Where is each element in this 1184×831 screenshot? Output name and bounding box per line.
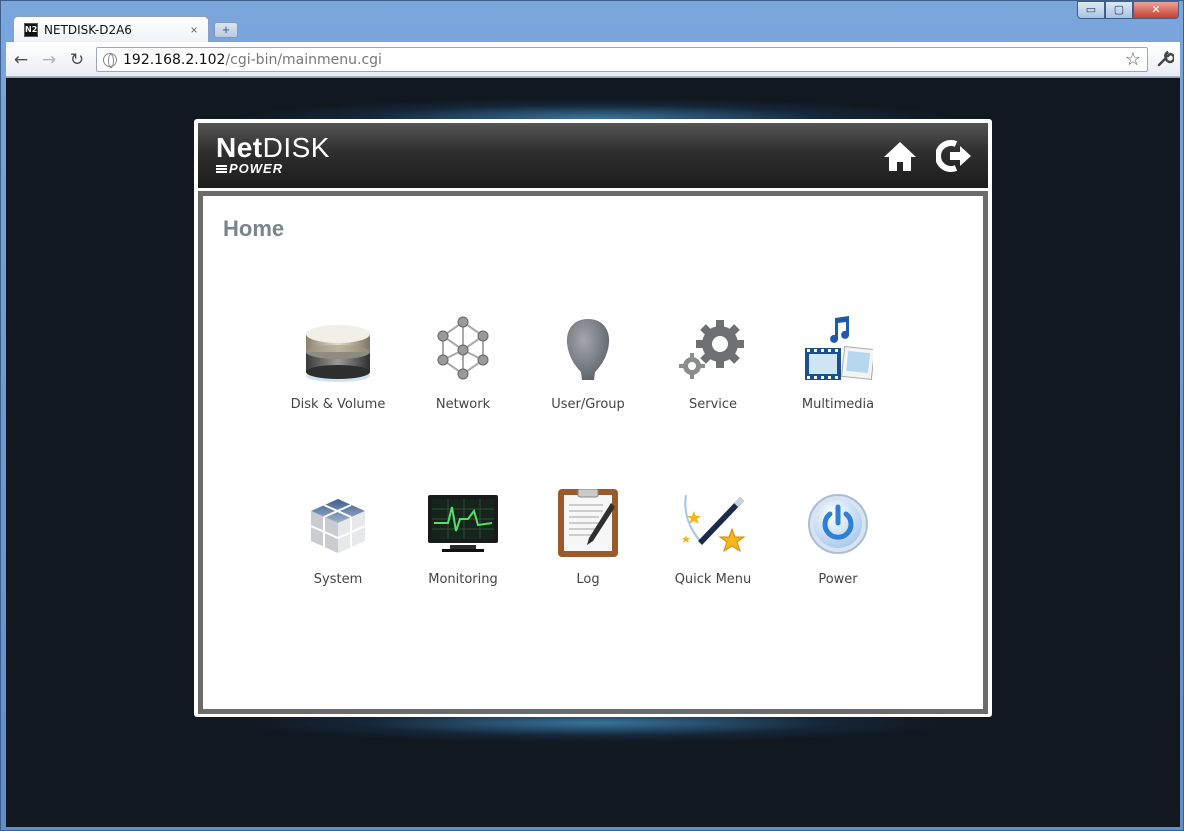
magic-wand-icon — [678, 489, 748, 559]
browser-tab[interactable]: N2 NETDISK-D2A6 × — [13, 16, 209, 42]
forward-arrow-icon[interactable]: → — [39, 50, 59, 70]
browser-toolbar: ← → ↻ 192.168.2.102 /cgi-bin/mainmenu.cg… — [6, 42, 1180, 77]
reload-icon[interactable]: ↻ — [67, 50, 87, 70]
menu-item-monitoring[interactable]: Monitoring — [403, 489, 523, 599]
url-host: 192.168.2.102 — [123, 51, 226, 68]
menu-item-user-group[interactable]: User/Group — [528, 314, 648, 424]
disk-volume-icon — [303, 314, 373, 384]
page-viewport: NetDISK POWER Home Disk & Volume Network… — [6, 78, 1180, 827]
menu-label: User/Group — [551, 397, 625, 412]
window-controls: ▭ ▢ ✕ — [1077, 1, 1179, 19]
menu-label: Log — [576, 572, 600, 587]
logout-icon[interactable] — [935, 138, 972, 174]
menu-item-network[interactable]: Network — [403, 314, 523, 424]
browser-window: N2 NETDISK-D2A6 × + ▭ ▢ ✕ ← → ↻ 192.168.… — [0, 0, 1184, 831]
cubes-icon — [303, 489, 373, 559]
menu-label: Service — [688, 397, 738, 412]
globe-icon — [103, 52, 117, 68]
menu-label: Monitoring — [428, 572, 498, 587]
url-path: /cgi-bin/mainmenu.cgi — [225, 51, 382, 68]
new-tab-button[interactable]: + — [214, 22, 238, 38]
menu-item-quick-menu[interactable]: Quick Menu — [653, 489, 773, 599]
app-header: NetDISK POWER — [198, 123, 988, 188]
address-bar[interactable]: 192.168.2.102 /cgi-bin/mainmenu.cgi ☆ — [96, 47, 1148, 72]
power-icon — [803, 489, 873, 559]
bookmark-star-icon[interactable]: ☆ — [1125, 49, 1141, 70]
network-icon — [428, 314, 498, 384]
menu-label: Multimedia — [801, 397, 875, 412]
monitor-icon — [428, 489, 498, 559]
menu-label: Network — [435, 397, 491, 412]
netdisk-favicon-icon: N2 — [24, 22, 38, 37]
menu-label: System — [313, 572, 363, 587]
logo-net: Net — [216, 132, 263, 163]
minimize-button[interactable]: ▭ — [1077, 1, 1105, 19]
logo-sub: POWER — [229, 161, 284, 176]
user-group-icon — [553, 314, 623, 384]
multimedia-icon — [803, 314, 876, 384]
gears-icon — [678, 314, 748, 384]
wrench-icon[interactable] — [1156, 50, 1176, 73]
tab-close-icon[interactable]: × — [186, 23, 202, 37]
netdisk-panel: NetDISK POWER Home Disk & Volume Network… — [194, 119, 992, 717]
menu-item-power[interactable]: Power — [778, 489, 898, 599]
home-icon[interactable] — [882, 138, 918, 174]
netdisk-logo: NetDISK POWER — [216, 133, 330, 176]
tab-title: NETDISK-D2A6 — [44, 22, 132, 37]
menu-item-multimedia[interactable]: Multimedia — [778, 314, 898, 424]
logo-lines-icon — [216, 165, 227, 173]
title-bar: N2 NETDISK-D2A6 × + ▭ ▢ ✕ — [1, 1, 1184, 42]
menu-item-log[interactable]: Log — [528, 488, 648, 599]
back-arrow-icon[interactable]: ← — [11, 50, 31, 70]
menu-item-system[interactable]: System — [278, 489, 398, 599]
content-area: Home Disk & Volume Network User/Group Se… — [198, 191, 988, 714]
menu-label: Power — [818, 572, 858, 587]
close-window-button[interactable]: ✕ — [1133, 1, 1179, 19]
logo-disk: DISK — [262, 132, 330, 163]
menu-item-service[interactable]: Service — [653, 314, 773, 424]
page-title: Home — [223, 216, 285, 241]
maximize-button[interactable]: ▢ — [1105, 1, 1133, 19]
menu-item-disk-volume[interactable]: Disk & Volume — [278, 314, 398, 424]
menu-label: Quick Menu — [674, 572, 752, 587]
clipboard-icon — [553, 488, 623, 559]
menu-label: Disk & Volume — [290, 397, 386, 412]
